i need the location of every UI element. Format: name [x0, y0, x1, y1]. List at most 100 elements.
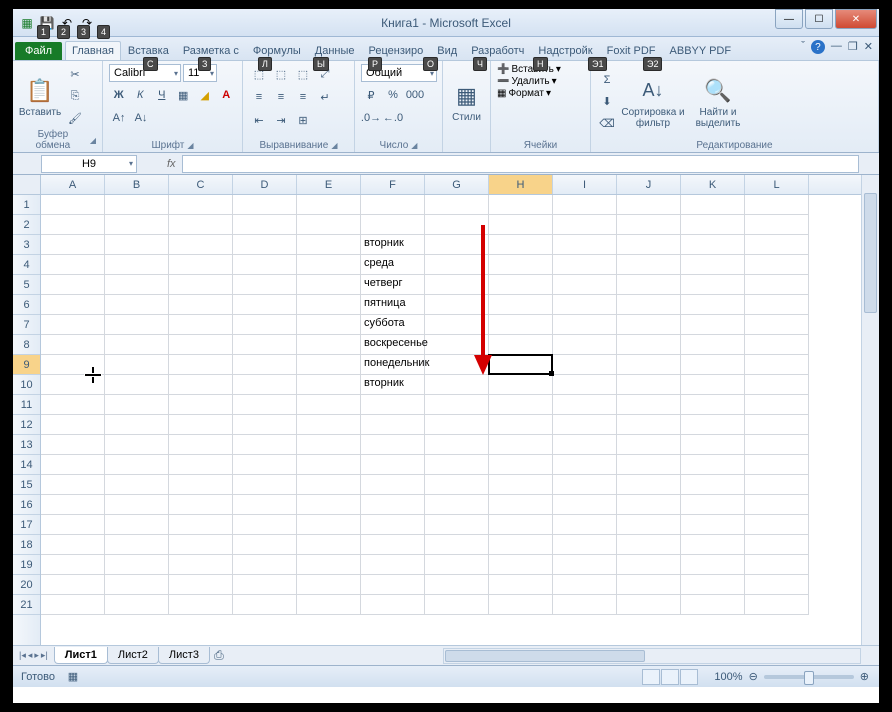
cell[interactable] — [105, 275, 169, 295]
cell[interactable] — [169, 215, 233, 235]
cell[interactable] — [553, 575, 617, 595]
cell[interactable] — [297, 475, 361, 495]
tab-formulas[interactable]: Формулы — [246, 41, 308, 60]
cell[interactable] — [745, 315, 809, 335]
cell[interactable] — [745, 295, 809, 315]
zoom-in-button[interactable]: ⊕ — [860, 670, 869, 683]
cell[interactable] — [681, 235, 745, 255]
cell[interactable] — [169, 375, 233, 395]
cell[interactable] — [169, 475, 233, 495]
cell[interactable] — [169, 335, 233, 355]
cell[interactable] — [361, 215, 425, 235]
cell[interactable] — [297, 235, 361, 255]
fill-icon[interactable]: ⬇ — [597, 92, 617, 112]
cell[interactable] — [41, 335, 105, 355]
cell[interactable] — [617, 595, 681, 615]
paste-button[interactable]: 📋 Вставить — [19, 64, 61, 128]
increase-font-icon[interactable]: A↑ — [109, 108, 129, 128]
cell[interactable]: среда — [361, 255, 425, 275]
cell[interactable] — [425, 595, 489, 615]
cell[interactable] — [169, 575, 233, 595]
row-header[interactable]: 9 — [13, 355, 40, 375]
format-painter-icon[interactable]: 🖌 — [65, 108, 85, 128]
cell[interactable] — [233, 255, 297, 275]
cell[interactable] — [745, 475, 809, 495]
cell[interactable] — [425, 455, 489, 475]
cell[interactable] — [745, 535, 809, 555]
cell[interactable] — [105, 575, 169, 595]
column-header[interactable]: F — [361, 175, 425, 194]
cell[interactable] — [425, 195, 489, 215]
cell[interactable] — [105, 235, 169, 255]
row-header[interactable]: 16 — [13, 495, 40, 515]
cell[interactable] — [617, 195, 681, 215]
cell[interactable] — [425, 275, 489, 295]
column-header[interactable]: J — [617, 175, 681, 194]
align-bottom-icon[interactable]: ⬚ — [293, 64, 313, 84]
doc-minimize-icon[interactable]: — — [831, 40, 842, 54]
column-header[interactable]: L — [745, 175, 809, 194]
cell[interactable] — [553, 455, 617, 475]
cell[interactable] — [105, 435, 169, 455]
cell[interactable] — [105, 395, 169, 415]
tab-page-layout[interactable]: Разметка с — [176, 41, 246, 60]
cell[interactable] — [617, 235, 681, 255]
cell[interactable] — [425, 335, 489, 355]
cell[interactable] — [489, 595, 553, 615]
cell[interactable] — [233, 415, 297, 435]
cell[interactable] — [233, 275, 297, 295]
cell[interactable] — [489, 575, 553, 595]
fill-color-button[interactable]: ◢ — [195, 85, 215, 105]
cell[interactable] — [489, 535, 553, 555]
formula-input[interactable] — [182, 155, 859, 173]
cell[interactable] — [41, 315, 105, 335]
align-middle-icon[interactable]: ⬚ — [271, 64, 291, 84]
cell[interactable] — [233, 555, 297, 575]
cell[interactable] — [361, 435, 425, 455]
increase-indent-icon[interactable]: ⇥ — [271, 110, 291, 130]
new-sheet-icon[interactable]: ⎙ — [209, 646, 229, 666]
cell[interactable] — [745, 275, 809, 295]
cell[interactable] — [617, 455, 681, 475]
cell[interactable] — [425, 555, 489, 575]
row-header[interactable]: 5 — [13, 275, 40, 295]
row-header[interactable]: 14 — [13, 455, 40, 475]
cell[interactable] — [745, 215, 809, 235]
cell[interactable] — [41, 535, 105, 555]
cell[interactable] — [489, 495, 553, 515]
cell[interactable] — [297, 495, 361, 515]
sheet-first-icon[interactable]: |◂ — [19, 650, 26, 661]
cell[interactable]: суббота — [361, 315, 425, 335]
row-header[interactable]: 8 — [13, 335, 40, 355]
cell[interactable] — [297, 355, 361, 375]
dialog-launcher-icon[interactable]: ◢ — [90, 136, 96, 145]
cell[interactable] — [425, 315, 489, 335]
cell[interactable] — [233, 455, 297, 475]
find-select-button[interactable]: 🔍 Найти и выделить — [689, 64, 747, 139]
column-header[interactable]: C — [169, 175, 233, 194]
normal-view-button[interactable] — [642, 669, 660, 685]
row-header[interactable]: 21 — [13, 595, 40, 615]
cell[interactable] — [681, 555, 745, 575]
cut-icon[interactable]: ✂ — [65, 64, 85, 84]
cell[interactable] — [297, 575, 361, 595]
cell[interactable] — [553, 235, 617, 255]
decrease-decimal-icon[interactable]: ←.0 — [383, 108, 403, 128]
cell[interactable] — [425, 515, 489, 535]
cell[interactable] — [681, 475, 745, 495]
cell[interactable] — [169, 315, 233, 335]
cell[interactable] — [105, 215, 169, 235]
cell[interactable] — [41, 515, 105, 535]
cell[interactable] — [553, 335, 617, 355]
cell[interactable] — [297, 195, 361, 215]
row-header[interactable]: 6 — [13, 295, 40, 315]
cell[interactable] — [489, 475, 553, 495]
cell[interactable] — [41, 215, 105, 235]
cell[interactable] — [41, 275, 105, 295]
cell[interactable] — [489, 335, 553, 355]
column-header[interactable]: K — [681, 175, 745, 194]
zoom-slider[interactable] — [764, 675, 854, 679]
cell[interactable] — [425, 575, 489, 595]
align-center-icon[interactable]: ≡ — [271, 87, 291, 107]
cell[interactable] — [169, 235, 233, 255]
